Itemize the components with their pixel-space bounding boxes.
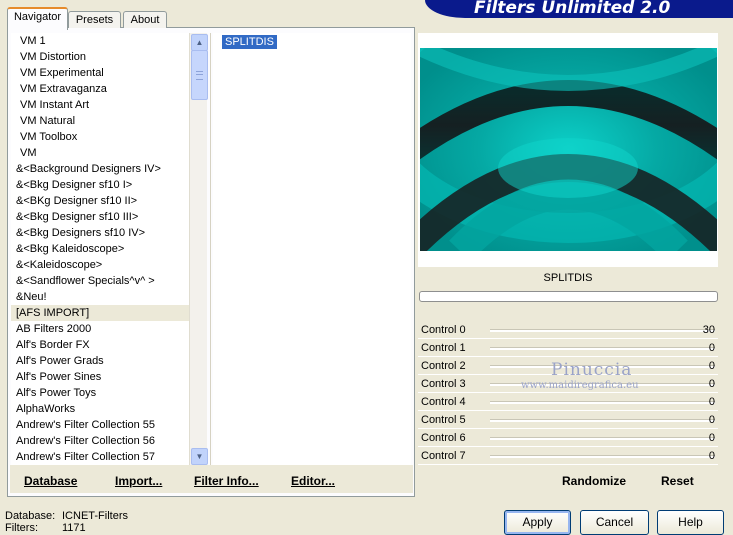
- category-item[interactable]: VM Natural: [11, 113, 189, 129]
- list-divider: [210, 33, 211, 465]
- cancel-button[interactable]: Cancel: [580, 510, 649, 535]
- filter-info-button[interactable]: Filter Info...: [194, 474, 259, 488]
- apply-button[interactable]: Apply: [504, 510, 571, 535]
- category-item[interactable]: VM Extravaganza: [11, 81, 189, 97]
- category-item[interactable]: VM 1: [11, 33, 189, 49]
- control-row[interactable]: Control 6 0: [418, 429, 718, 447]
- randomize-button[interactable]: Randomize: [562, 474, 626, 488]
- category-item[interactable]: &<Bkg Designers sf10 IV>: [11, 225, 189, 241]
- preview-filter-name: SPLITDIS: [418, 268, 718, 288]
- control-label: Control 0: [421, 324, 466, 336]
- category-item[interactable]: VM Distortion: [11, 49, 189, 65]
- category-item[interactable]: Alf's Power Grads: [11, 353, 189, 369]
- category-item[interactable]: &<Bkg Designer sf10 I>: [11, 177, 189, 193]
- control-label: Control 2: [421, 360, 466, 372]
- controls-panel: Control 0 30 Control 1 0 Control 2 0 Control 3…: [418, 320, 718, 466]
- control-value: 0: [708, 360, 715, 372]
- app-title: Filters Unlimited 2.0: [474, 0, 671, 18]
- control-value: 30: [702, 324, 715, 336]
- control-value: 0: [708, 342, 715, 354]
- help-button[interactable]: Help: [657, 510, 724, 535]
- control-value: 0: [708, 414, 715, 426]
- category-item[interactable]: Andrew's Filter Collection 56: [11, 433, 189, 449]
- category-item[interactable]: VM Experimental: [11, 65, 189, 81]
- database-button[interactable]: Database: [24, 474, 77, 488]
- control-value: 0: [708, 396, 715, 408]
- category-item[interactable]: [AFS IMPORT]: [11, 305, 189, 321]
- category-item[interactable]: &<Bkg Kaleidoscope>: [11, 241, 189, 257]
- category-item[interactable]: Andrew's Filter Collection 57: [11, 449, 189, 465]
- control-row[interactable]: Control 0 30: [418, 321, 718, 339]
- database-value: ICNET-Filters: [62, 510, 128, 522]
- category-item[interactable]: AlphaWorks: [11, 401, 189, 417]
- reset-button[interactable]: Reset: [661, 474, 694, 488]
- preview-image[interactable]: [420, 48, 717, 251]
- control-value: 0: [708, 432, 715, 444]
- database-label: Database:: [5, 510, 56, 522]
- category-item[interactable]: VM Instant Art: [11, 97, 189, 113]
- category-item[interactable]: AB Filters 2000: [11, 321, 189, 337]
- control-row[interactable]: Control 5 0: [418, 411, 718, 429]
- category-list[interactable]: VM 1 VM Distortion VM Experimental VM Extra…: [11, 33, 189, 465]
- category-item[interactable]: &<Background Designers IV>: [11, 161, 189, 177]
- tab-about[interactable]: About: [123, 11, 167, 28]
- filter-item-selected[interactable]: SPLITDIS: [222, 35, 277, 49]
- control-label: Control 3: [421, 378, 466, 390]
- import-button[interactable]: Import...: [115, 474, 162, 488]
- control-value: 0: [708, 378, 715, 390]
- control-separator: [418, 464, 718, 465]
- scroll-down-button[interactable]: ▼: [191, 448, 208, 465]
- control-label: Control 7: [421, 450, 466, 462]
- category-item[interactable]: &<Sandflower Specials^v^ >: [11, 273, 189, 289]
- filters-count: 1171: [62, 522, 86, 534]
- control-value: 0: [708, 450, 715, 462]
- tab-presets[interactable]: Presets: [68, 11, 121, 28]
- control-slider[interactable]: [490, 455, 715, 458]
- control-slider[interactable]: [490, 347, 715, 350]
- scroll-up-button[interactable]: ▲: [191, 34, 208, 51]
- category-item[interactable]: Alf's Power Sines: [11, 369, 189, 385]
- filter-list[interactable]: [213, 33, 411, 465]
- category-item[interactable]: VM: [11, 145, 189, 161]
- control-label: Control 5: [421, 414, 466, 426]
- control-label: Control 6: [421, 432, 466, 444]
- scroll-thumb[interactable]: [191, 50, 208, 100]
- category-item[interactable]: Alf's Border FX: [11, 337, 189, 353]
- watermark-name: Pinuccia: [551, 360, 633, 380]
- progress-bar: [419, 291, 718, 302]
- category-item[interactable]: &<Kaleidoscope>: [11, 257, 189, 273]
- control-slider[interactable]: [490, 419, 715, 422]
- control-row[interactable]: Control 1 0: [418, 339, 718, 357]
- category-item[interactable]: Andrew's Filter Collection 55: [11, 417, 189, 433]
- control-row[interactable]: Control 7 0: [418, 447, 718, 465]
- category-scrollbar[interactable]: ▲ ▼: [189, 33, 208, 465]
- grip-icon: [196, 71, 203, 80]
- control-slider[interactable]: [490, 329, 715, 332]
- control-label: Control 1: [421, 342, 466, 354]
- watermark-url: www.maidiregrafica.eu: [521, 380, 639, 391]
- category-item[interactable]: &<Bkg Designer sf10 III>: [11, 209, 189, 225]
- control-slider[interactable]: [490, 401, 715, 404]
- preview-render: [420, 48, 717, 251]
- category-item[interactable]: Alf's Power Toys: [11, 385, 189, 401]
- tab-navigator[interactable]: Navigator: [7, 7, 68, 30]
- editor-button[interactable]: Editor...: [291, 474, 335, 488]
- category-item[interactable]: VM Toolbox: [11, 129, 189, 145]
- filters-label: Filters:: [5, 522, 38, 534]
- category-item[interactable]: &<BKg Designer sf10 II>: [11, 193, 189, 209]
- control-label: Control 4: [421, 396, 466, 408]
- control-row[interactable]: Control 4 0: [418, 393, 718, 411]
- category-item[interactable]: &Neu!: [11, 289, 189, 305]
- control-slider[interactable]: [490, 437, 715, 440]
